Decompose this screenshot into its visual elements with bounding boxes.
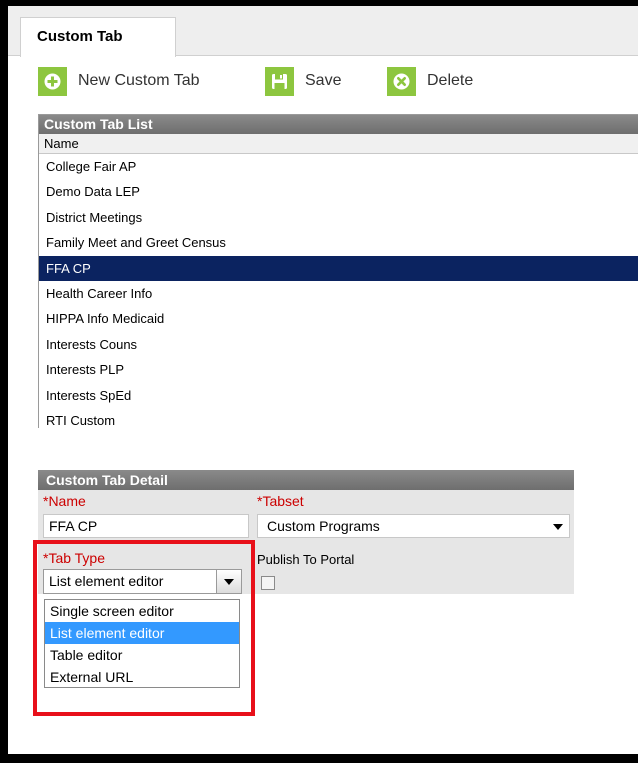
- tab-type-select[interactable]: List element editor: [43, 569, 242, 594]
- toolbar: New Custom Tab Save Delete: [38, 66, 638, 96]
- tab-type-options-list: Single screen editor List element editor T…: [44, 599, 240, 688]
- list-item[interactable]: College Fair AP: [39, 154, 638, 179]
- custom-tab-detail-header: Custom Tab Detail: [38, 470, 574, 490]
- tab-type-option[interactable]: List element editor: [45, 622, 239, 644]
- tab-custom-tab[interactable]: Custom Tab: [20, 17, 176, 57]
- list-item[interactable]: HIPPA Info Medicaid: [39, 306, 638, 331]
- delete-button[interactable]: Delete: [387, 66, 473, 96]
- list-item[interactable]: Interests PLP: [39, 357, 638, 382]
- app-window: Custom Tab New Custom Tab Save Delete Cu…: [0, 0, 638, 763]
- save-button[interactable]: Save: [265, 66, 341, 96]
- list-item[interactable]: Health Career Info: [39, 281, 638, 306]
- name-input[interactable]: [43, 514, 249, 538]
- list-item[interactable]: Interests Couns: [39, 332, 638, 357]
- tabset-label: *Tabset: [257, 493, 304, 509]
- tab-type-dropdown-button[interactable]: [216, 570, 241, 593]
- tabset-select-value: Custom Programs: [267, 518, 380, 534]
- list-item[interactable]: District Meetings: [39, 205, 638, 230]
- chevron-down-icon: [553, 524, 563, 530]
- custom-tab-list-header: Custom Tab List: [39, 115, 638, 134]
- tab-type-select-value: List element editor: [49, 573, 164, 589]
- custom-tab-list: College Fair AP Demo Data LEP District Mee…: [39, 154, 638, 428]
- window-edge-bottom: [0, 754, 638, 763]
- list-item[interactable]: Interests SpEd: [39, 383, 638, 408]
- save-label: Save: [305, 72, 342, 89]
- list-item[interactable]: Family Meet and Greet Census: [39, 230, 638, 255]
- list-item[interactable]: FFA CP: [39, 255, 638, 281]
- tab-type-option[interactable]: Table editor: [45, 644, 239, 666]
- list-item[interactable]: RTI Custom: [39, 408, 638, 428]
- name-label: *Name: [43, 493, 86, 509]
- publish-to-portal-label: Publish To Portal: [257, 552, 355, 567]
- tab-type-option[interactable]: External URL: [45, 666, 239, 688]
- delete-icon: [387, 66, 416, 96]
- chevron-down-icon: [224, 579, 234, 585]
- window-edge-left: [0, 0, 8, 763]
- delete-label: Delete: [427, 72, 474, 89]
- tab-type-label: *Tab Type: [43, 550, 106, 566]
- new-custom-tab-button[interactable]: New Custom Tab: [38, 66, 200, 96]
- new-custom-tab-label: New Custom Tab: [78, 72, 200, 89]
- name-column-header[interactable]: Name: [39, 134, 638, 154]
- add-icon: [38, 66, 67, 96]
- publish-to-portal-checkbox[interactable]: [261, 576, 275, 590]
- custom-tab-list-panel: Custom Tab List Name College Fair AP Demo…: [38, 114, 638, 428]
- list-item[interactable]: Demo Data LEP: [39, 179, 638, 204]
- save-icon: [265, 66, 294, 96]
- tabset-select[interactable]: Custom Programs: [257, 514, 570, 538]
- tab-type-option[interactable]: Single screen editor: [45, 600, 239, 622]
- tab-custom-tab-label: Custom Tab: [37, 28, 123, 45]
